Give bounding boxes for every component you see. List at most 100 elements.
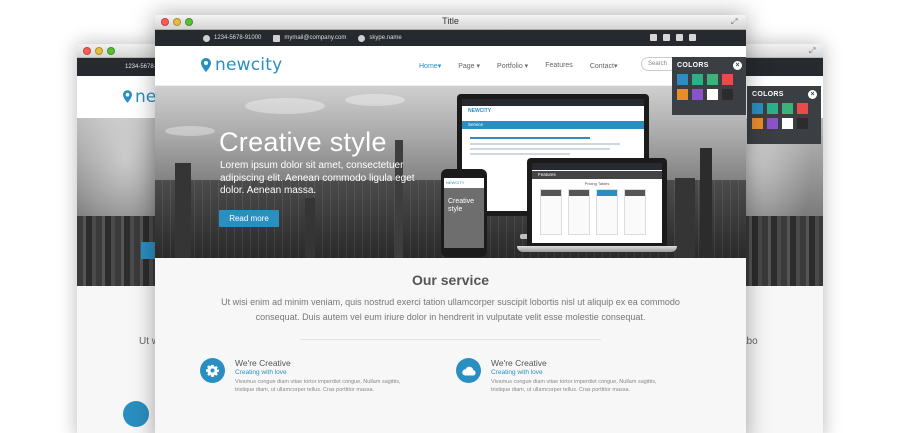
feature-subheading: Creating with love xyxy=(235,369,287,376)
image-icon[interactable] xyxy=(676,34,683,41)
contact-topbar: 1234-5678-91000 mymail@company.com skype… xyxy=(155,30,746,46)
color-swatch[interactable] xyxy=(782,103,793,114)
laptop-base xyxy=(517,246,677,252)
phone-icon xyxy=(203,34,210,42)
phone-item: 1234-5678-91000 xyxy=(203,34,261,42)
skype-item[interactable]: skype.name xyxy=(358,34,402,42)
mini-line xyxy=(470,137,590,139)
nav-label: Portfolio xyxy=(497,63,523,70)
feature-text: Vivamus congue diam vitae tortor imperdi… xyxy=(491,379,657,393)
email-item[interactable]: mymail@company.com xyxy=(273,34,347,42)
site-logo[interactable]: newcity xyxy=(201,55,282,75)
price-column xyxy=(624,189,646,235)
cloud-glyph xyxy=(461,366,476,376)
price-header xyxy=(597,190,617,196)
color-swatch[interactable] xyxy=(752,118,763,129)
phone-text: Creative style xyxy=(448,198,475,213)
building xyxy=(395,140,403,258)
expand-icon[interactable]: ⤢ xyxy=(809,46,819,56)
colors-panel-back: COLORS × xyxy=(747,86,821,144)
main-nav: Home▾ Page ▾ Portfolio ▾ Features Contac… xyxy=(419,62,617,70)
feature-heading: We're Creative xyxy=(235,358,291,368)
hero-banner: Creative style Lorem ipsum dolor sit ame… xyxy=(155,86,746,258)
social-links xyxy=(650,34,696,41)
colors-panel: COLORS × xyxy=(672,57,746,115)
read-more-button[interactable]: Read more xyxy=(219,210,279,227)
laptop-band: Features xyxy=(532,171,662,179)
nav-item-home[interactable]: Home▾ xyxy=(419,62,441,70)
nav-label: Contact xyxy=(589,63,614,70)
mini-band: Service xyxy=(462,121,644,129)
mail-icon xyxy=(273,34,281,42)
mini-line xyxy=(470,143,620,145)
color-swatch[interactable] xyxy=(692,74,703,85)
cloud xyxy=(245,98,325,114)
email-text: mymail@company.com xyxy=(284,35,347,41)
zoom-dot-icon[interactable] xyxy=(107,47,115,55)
nav-label: Features xyxy=(545,62,573,69)
divider xyxy=(300,339,601,340)
hero-text: Lorem ipsum dolor sit amet, consectetuer… xyxy=(220,160,415,196)
gear-glyph xyxy=(206,364,219,377)
gear-icon xyxy=(200,358,225,383)
minimize-dot-icon[interactable] xyxy=(95,47,103,55)
building xyxy=(305,198,315,258)
building xyxy=(175,163,191,258)
color-swatch[interactable] xyxy=(752,103,763,114)
laptop-mockup: Features Pricing Tables xyxy=(527,158,667,248)
nav-label: Page xyxy=(458,63,475,70)
mini-logo: NEWCITY xyxy=(468,108,492,114)
logo-text: newcity xyxy=(215,55,283,75)
color-swatch[interactable] xyxy=(722,74,733,85)
feature-heading: We're Creative xyxy=(491,358,547,368)
color-swatch[interactable] xyxy=(782,118,793,129)
color-swatch[interactable] xyxy=(797,118,808,129)
mini-topbar xyxy=(462,99,644,106)
colors-label: COLORS xyxy=(677,62,709,69)
expand-icon[interactable]: ⤢ xyxy=(731,17,741,27)
price-column xyxy=(540,189,562,235)
building xyxy=(675,178,695,258)
main-window: Title ⤢ 1234-5678-91000 mymail@company.c… xyxy=(155,15,746,433)
site-header: newcity Home▾ Page ▾ Portfolio ▾ Feature… xyxy=(155,46,746,86)
swatch-grid xyxy=(752,103,816,129)
twitter-icon[interactable] xyxy=(663,34,670,41)
bg-gear-icon xyxy=(123,401,149,427)
cloud xyxy=(345,94,405,106)
nav-label: Home xyxy=(419,63,438,70)
cloud-icon xyxy=(456,358,481,383)
close-icon[interactable]: × xyxy=(733,61,742,70)
price-header xyxy=(625,190,645,196)
price-header xyxy=(569,190,589,196)
pricing-heading: Pricing Tables xyxy=(584,181,610,186)
color-swatch[interactable] xyxy=(677,89,688,100)
close-icon[interactable]: × xyxy=(808,90,817,99)
color-swatch[interactable] xyxy=(692,89,703,100)
color-swatch[interactable] xyxy=(707,74,718,85)
mini-topbar xyxy=(532,163,662,170)
skype-icon xyxy=(358,34,366,42)
laptop-screen: Features Pricing Tables xyxy=(532,163,662,243)
nav-item-portfolio[interactable]: Portfolio ▾ xyxy=(497,62,528,70)
pin-icon xyxy=(201,58,211,72)
service-section: Our service Ut wisi enim ad minim veniam… xyxy=(155,258,746,433)
facebook-icon[interactable] xyxy=(650,34,657,41)
color-swatch[interactable] xyxy=(767,103,778,114)
nav-item-page[interactable]: Page ▾ xyxy=(458,62,480,70)
phone-mockup: NEWCITY Creative style xyxy=(441,169,487,257)
color-swatch[interactable] xyxy=(722,89,733,100)
mini-line xyxy=(470,153,570,155)
color-swatch[interactable] xyxy=(767,118,778,129)
color-swatch[interactable] xyxy=(707,89,718,100)
cloud xyxy=(165,126,215,136)
close-dot-icon[interactable] xyxy=(83,47,91,55)
nav-item-contact[interactable]: Contact▾ xyxy=(590,62,618,70)
window-controls xyxy=(83,47,115,55)
nav-item-features[interactable]: Features xyxy=(545,62,573,70)
color-swatch[interactable] xyxy=(677,74,688,85)
window-titlebar: Title ⤢ xyxy=(155,15,746,30)
colors-label: COLORS xyxy=(752,91,784,98)
phone-logo: NEWCITY xyxy=(444,178,484,188)
video-icon[interactable] xyxy=(689,34,696,41)
color-swatch[interactable] xyxy=(797,103,808,114)
